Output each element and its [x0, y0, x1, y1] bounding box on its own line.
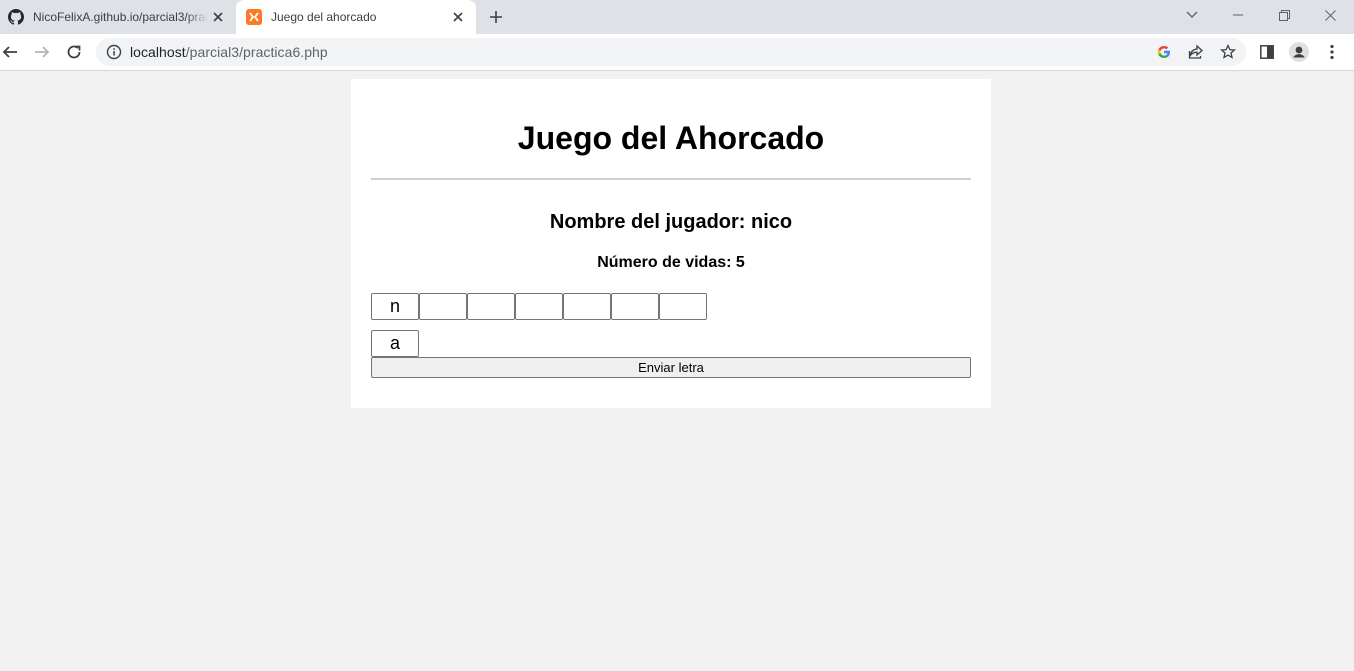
side-panel-icon[interactable] [1257, 42, 1277, 62]
github-icon [8, 9, 24, 25]
tab-title: NicoFelixA.github.io/parcial3/practica6 [33, 10, 207, 24]
google-icon[interactable] [1156, 44, 1172, 60]
submit-letter-button[interactable]: Enviar letra [371, 357, 971, 378]
letter-box [611, 293, 659, 320]
close-window-button[interactable] [1307, 0, 1353, 30]
close-icon[interactable] [450, 9, 466, 25]
letter-box [515, 293, 563, 320]
lives-counter: Número de vidas: 5 [597, 254, 745, 271]
browser-toolbar: localhost/parcial3/practica6.php [0, 34, 1354, 71]
divider [371, 178, 971, 180]
page-title: Juego del Ahorcado [517, 120, 825, 156]
reload-icon[interactable] [64, 42, 84, 62]
new-tab-button[interactable] [486, 7, 506, 27]
letter-input[interactable] [371, 330, 419, 357]
tab-title: Juego del ahorcado [271, 10, 377, 24]
info-icon[interactable] [106, 44, 122, 60]
player-name: Nombre del jugador: nico [549, 211, 793, 233]
tab-juego-ahorcado[interactable]: Juego del ahorcado [236, 0, 476, 34]
avatar-icon[interactable] [1289, 42, 1309, 62]
restore-button[interactable] [1261, 0, 1307, 30]
xampp-icon [246, 9, 262, 25]
address-bar[interactable]: localhost/parcial3/practica6.php [96, 38, 1246, 66]
arrow-left-icon[interactable] [0, 42, 20, 62]
tab-github[interactable]: NicoFelixA.github.io/parcial3/practica6 [0, 0, 236, 34]
tab-search-button[interactable] [1169, 0, 1215, 30]
letter-box [419, 293, 467, 320]
minimize-button[interactable] [1215, 0, 1261, 30]
letter-box [467, 293, 515, 320]
letter-box [659, 293, 707, 320]
share-icon[interactable] [1188, 44, 1204, 60]
letter-box [371, 293, 419, 320]
arrow-right-icon[interactable] [32, 42, 52, 62]
star-icon[interactable] [1220, 44, 1236, 60]
close-icon[interactable] [210, 9, 226, 25]
game-card: Juego del Ahorcado Nombre del jugador: n… [351, 79, 991, 408]
word-letters [371, 293, 707, 320]
browser-tabstrip: NicoFelixA.github.io/parcial3/practica6 … [0, 0, 1354, 34]
url-text[interactable]: localhost/parcial3/practica6.php [130, 38, 328, 66]
kebab-menu-icon[interactable] [1322, 42, 1342, 62]
letter-box [563, 293, 611, 320]
